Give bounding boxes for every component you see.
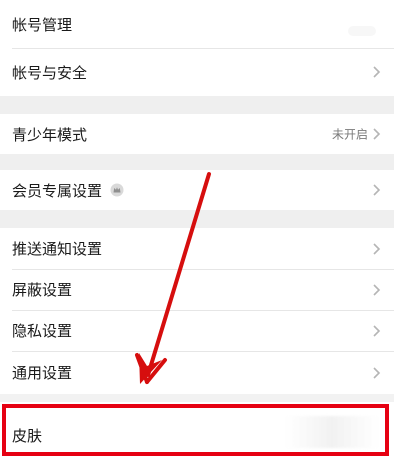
chevron-right-icon (373, 184, 381, 196)
settings-group-youth: 青少年模式 未开启 (0, 114, 394, 154)
youth-mode-status: 未开启 (331, 127, 368, 142)
settings-item-account-management[interactable]: 帐号管理 (0, 0, 394, 48)
section-divider (0, 154, 394, 170)
chevron-right-icon (373, 128, 381, 140)
settings-item-privacy-settings[interactable]: 隐私设置 (0, 310, 394, 351)
settings-item-label: 隐私设置 (12, 323, 73, 340)
chevron-right-icon (373, 283, 381, 296)
faded-toggle-icon (348, 26, 376, 36)
settings-group-account: 帐号管理 帐号与安全 (0, 0, 394, 96)
section-divider (0, 210, 394, 228)
chevron-right-icon (373, 324, 381, 337)
highlight-frame (2, 404, 389, 456)
settings-item-block-settings[interactable]: 屏蔽设置 (0, 269, 394, 310)
settings-item-label: 会员专属设置 (12, 182, 103, 200)
settings-item-label: 通用设置 (12, 365, 73, 382)
chevron-right-icon (373, 242, 381, 255)
settings-item-youth-mode[interactable]: 青少年模式 未开启 (0, 114, 394, 154)
section-divider (0, 96, 394, 114)
settings-item-general-settings[interactable]: 通用设置 (0, 351, 394, 394)
settings-item-push-notifications[interactable]: 推送通知设置 (0, 228, 394, 269)
chevron-right-icon (373, 366, 381, 379)
settings-item-label: 青少年模式 (12, 126, 88, 144)
settings-item-label: 帐号与安全 (12, 64, 88, 82)
settings-item-label: 推送通知设置 (12, 241, 103, 258)
settings-item-account-security[interactable]: 帐号与安全 (0, 48, 394, 96)
settings-group-general: 推送通知设置 屏蔽设置 隐私设置 通用设置 (0, 228, 394, 394)
vip-crown-icon (110, 183, 124, 197)
settings-item-label: 屏蔽设置 (12, 282, 73, 299)
settings-item-label: 帐号管理 (12, 16, 73, 34)
settings-group-vip: 会员专属设置 (0, 170, 394, 210)
settings-item-vip-settings[interactable]: 会员专属设置 (0, 170, 394, 210)
chevron-right-icon (373, 66, 381, 78)
